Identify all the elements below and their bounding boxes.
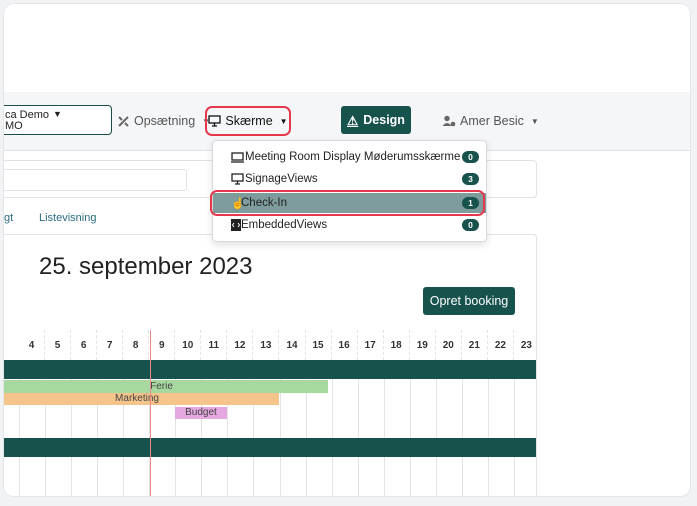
hour-label: 8 <box>123 330 150 360</box>
screens-dropdown-menu: Meeting Room Display Møderumsskærme 0 Si… <box>210 140 487 242</box>
design-label: Design <box>363 113 405 127</box>
menu-item-label: SignageViews <box>245 173 318 185</box>
desktop-icon <box>231 173 244 185</box>
grid-line <box>461 360 463 496</box>
booking-label: Ferie <box>150 381 173 392</box>
booking-budget[interactable]: Budget <box>175 407 227 419</box>
resource-group-band <box>4 360 536 379</box>
count-badge: 0 <box>462 151 479 163</box>
booking-label: Marketing <box>115 393 159 404</box>
chevron-down-icon: ▼ <box>53 109 62 119</box>
monitor-icon <box>231 151 244 163</box>
hour-label: 10 <box>175 330 202 360</box>
setup-label: Opsætning <box>134 114 196 128</box>
setup-menu[interactable]: Opsætning ▼ <box>117 114 210 128</box>
grid-line <box>409 360 411 496</box>
grid-line <box>487 360 489 496</box>
hour-label: 9 <box>149 330 176 360</box>
top-band <box>4 4 690 90</box>
grid-line <box>331 360 333 496</box>
create-booking-button[interactable]: Opret booking <box>423 287 515 315</box>
screens-menu[interactable]: Skærme ▼ <box>205 106 291 136</box>
count-badge: 3 <box>462 173 479 185</box>
hour-header: 4 5 6 7 8 9 10 11 12 13 14 15 16 17 18 19 20 21 22 23 <box>4 330 536 360</box>
hour-label: 20 <box>436 330 462 360</box>
calendar-panel: 25. september 2023 Opret booking 4567891… <box>4 234 537 496</box>
hour-label: 19 <box>410 330 436 360</box>
grid-line <box>383 360 385 496</box>
grid-line <box>357 360 359 496</box>
hour-label: 6 <box>71 330 98 360</box>
hour-label: 12 <box>227 330 254 360</box>
app-window: ca Demo ▼ MO Opsætning ▼ Skærme ▼ ⚠ Desi… <box>4 4 690 496</box>
user-menu[interactable]: Amer Besic ▼ <box>442 114 539 128</box>
tab-partial[interactable]: gt <box>4 212 13 224</box>
grid-line <box>513 360 515 496</box>
menu-item-label: Meeting Room Display Møderumsskærme <box>245 151 461 163</box>
hour-label: 16 <box>332 330 358 360</box>
code-file-icon <box>231 219 241 231</box>
current-time-line <box>150 330 151 496</box>
date-title: 25. september 2023 <box>39 253 253 280</box>
hour-label: 18 <box>384 330 410 360</box>
booking-label: Budget <box>185 407 217 418</box>
menu-item-signageviews[interactable]: SignageViews 3 <box>213 168 486 190</box>
booking-ferie[interactable]: Ferie <box>4 380 328 393</box>
resource-group-band <box>4 438 536 457</box>
hour-label: 14 <box>280 330 306 360</box>
screens-label: Skærme <box>225 114 273 128</box>
design-button[interactable]: ⚠ Design <box>341 106 411 134</box>
hour-label: 17 <box>358 330 384 360</box>
tab-list-view[interactable]: Listevisning <box>39 212 96 224</box>
hour-label: 22 <box>488 330 514 360</box>
organization-select[interactable]: ca Demo ▼ MO <box>4 105 112 135</box>
org-subname: MO <box>5 120 23 132</box>
booking-marketing[interactable]: Marketing <box>4 393 279 405</box>
hour-label: 11 <box>201 330 228 360</box>
hour-label: 13 <box>253 330 280 360</box>
hour-label: 5 <box>45 330 72 360</box>
hour-label: 15 <box>306 330 332 360</box>
hour-label: 7 <box>97 330 124 360</box>
grid-line <box>435 360 437 496</box>
menu-item-meeting-room-display[interactable]: Meeting Room Display Møderumsskærme 0 <box>213 146 486 168</box>
hour-label: 21 <box>462 330 488 360</box>
count-badge: 0 <box>462 219 479 231</box>
menu-item-label: EmbeddedViews <box>241 219 328 231</box>
hour-label: 23 <box>514 330 536 360</box>
filter-input[interactable] <box>4 169 187 191</box>
design-icon: ⚠ <box>347 113 359 128</box>
tools-icon <box>118 115 129 127</box>
chevron-down-icon: ▼ <box>279 116 288 126</box>
highlight-outline <box>210 190 485 216</box>
hour-label: 4 <box>19 330 45 360</box>
chevron-down-icon: ▼ <box>530 116 539 126</box>
menu-item-embeddedviews[interactable]: EmbeddedViews 0 <box>213 214 486 236</box>
monitor-icon <box>208 115 222 127</box>
user-name: Amer Besic <box>460 114 524 128</box>
user-gear-icon <box>442 115 456 127</box>
